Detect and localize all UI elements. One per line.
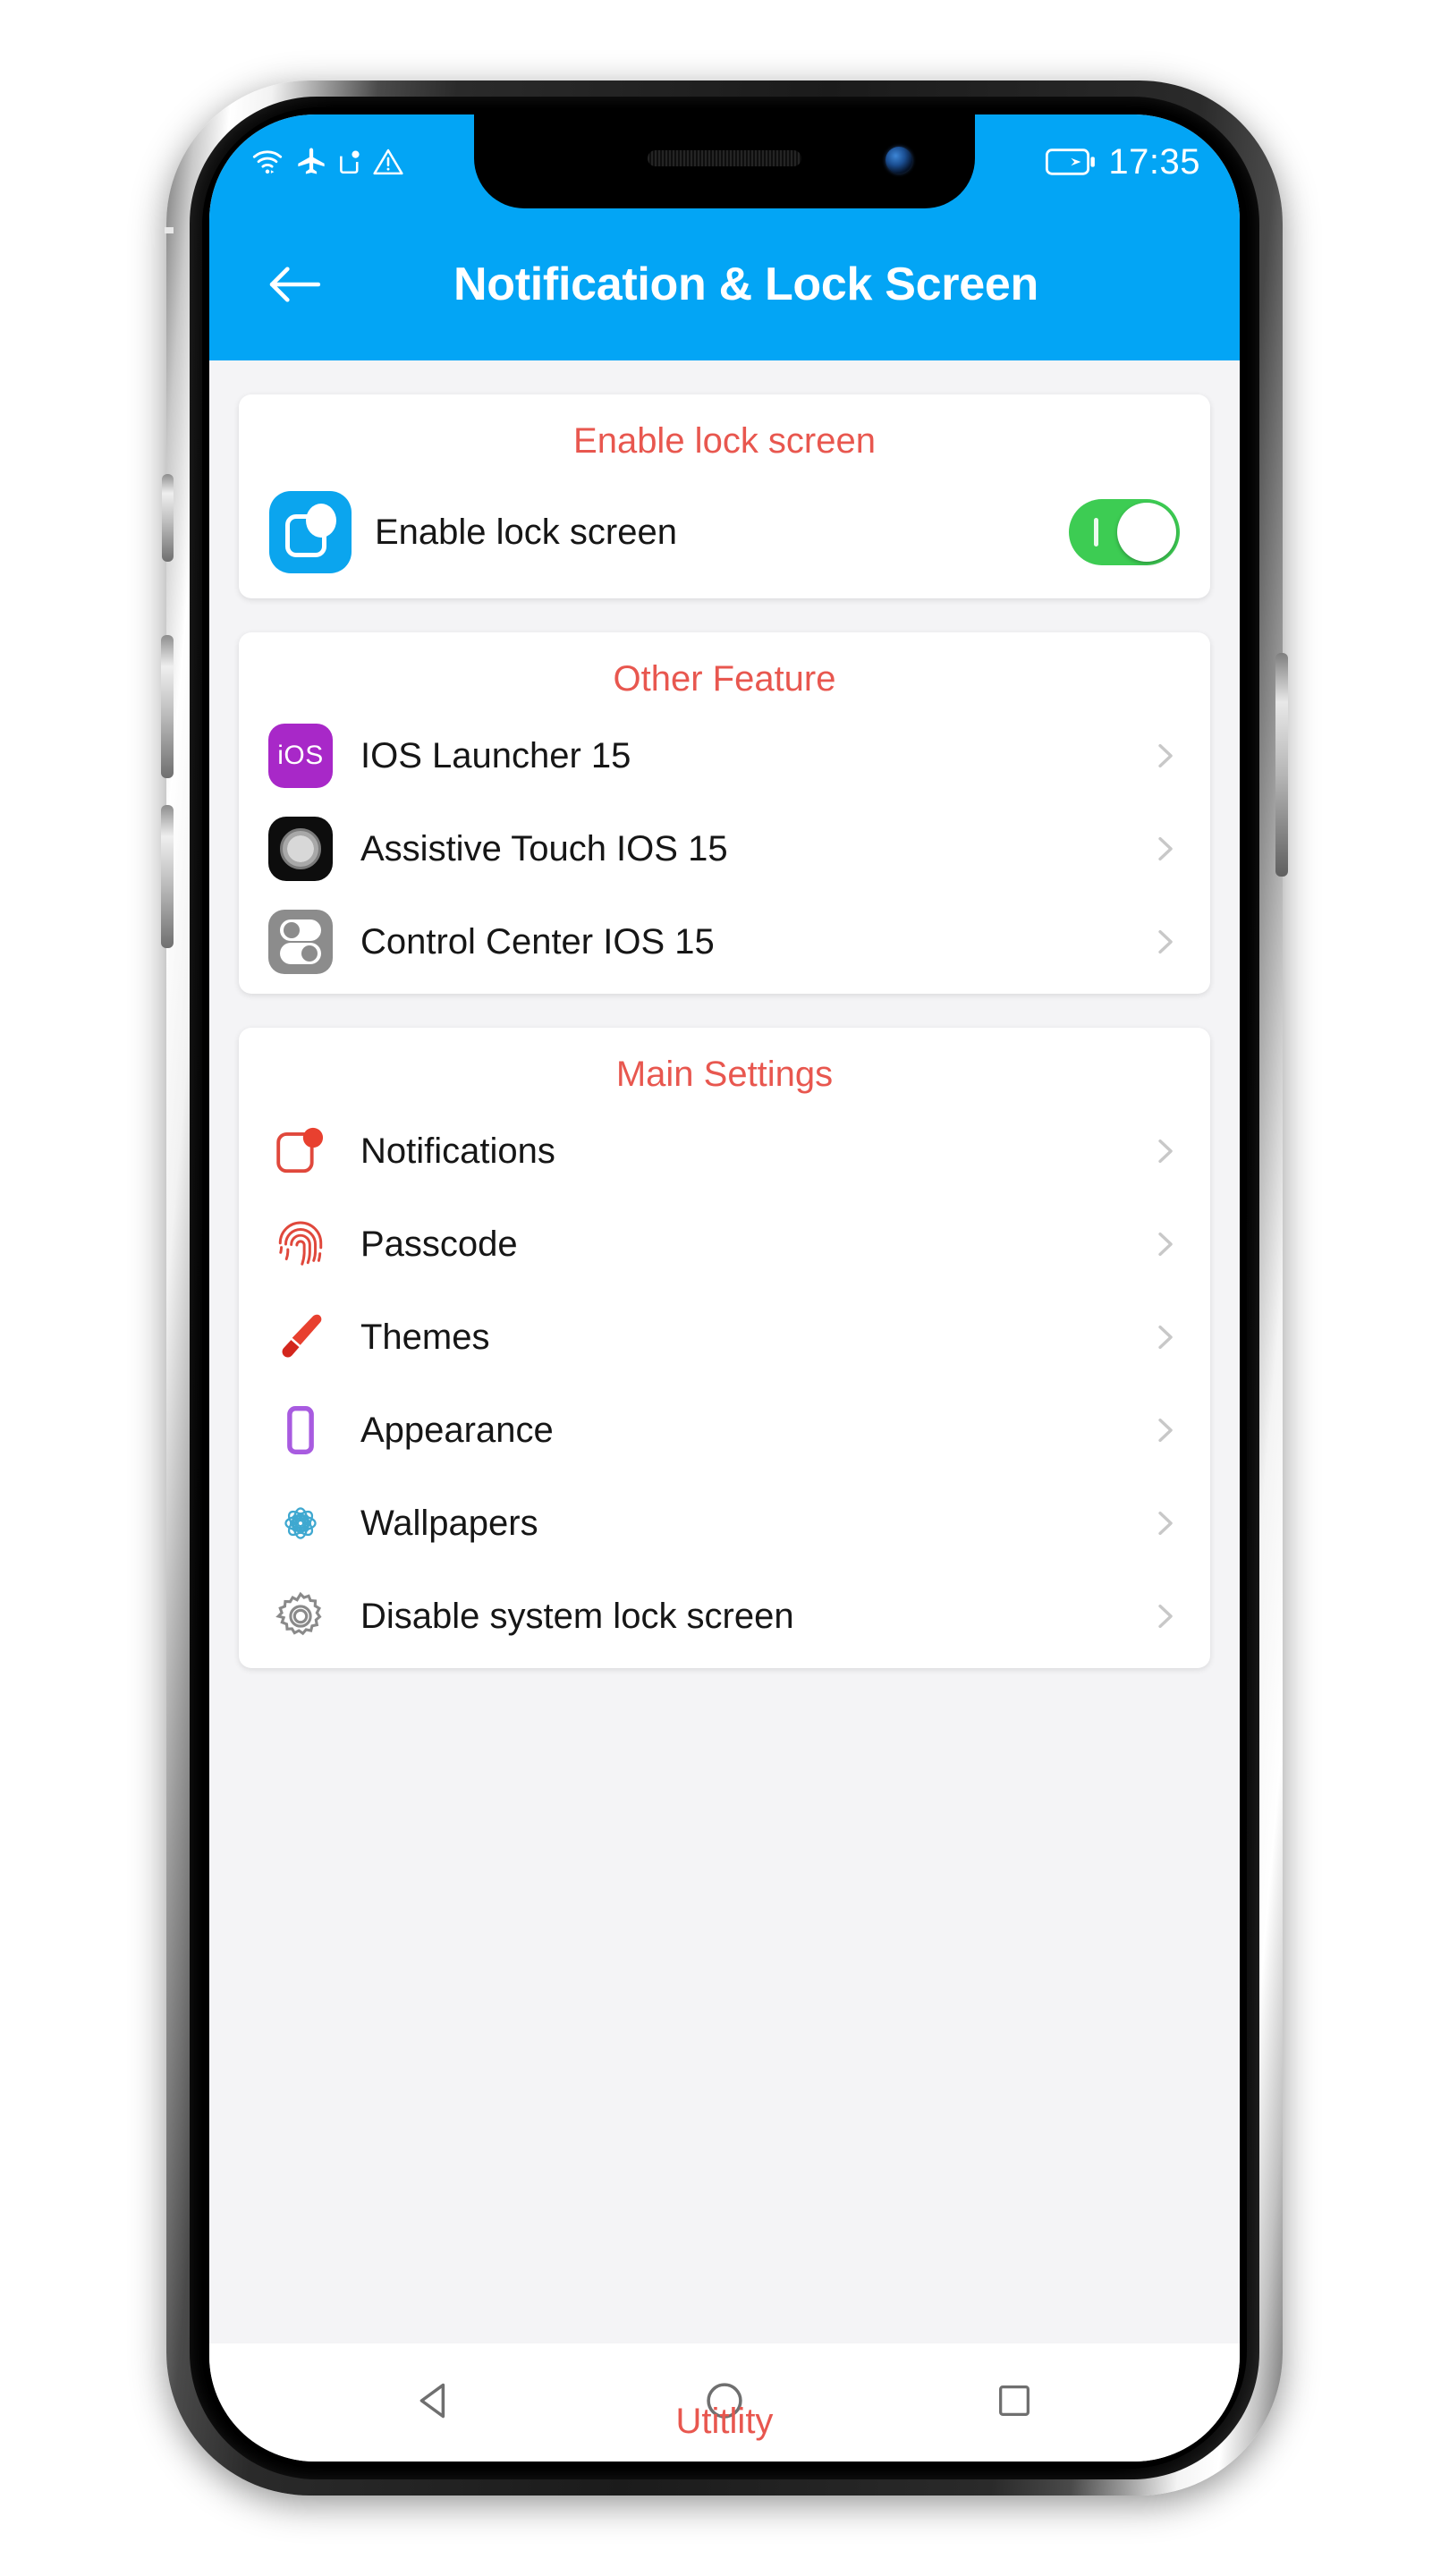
row-passcode[interactable]: Passcode [239,1198,1210,1291]
front-camera-icon [886,147,912,174]
fingerprint-icon [278,1221,323,1266]
airplane-mode-icon [294,145,328,179]
chevron-right-icon [1149,834,1180,864]
enable-lock-screen-toggle[interactable] [1069,499,1180,565]
chevron-right-icon [1149,1136,1180,1166]
flower-mandala-icon [284,1507,317,1539]
row-label: Wallpapers [360,1504,538,1543]
row-enable-lock-screen[interactable]: Enable lock screen [239,471,1210,593]
assistive-touch-icon-circle [280,828,321,869]
row-appearance[interactable]: Appearance [239,1384,1210,1477]
row-label: Enable lock screen [375,513,677,552]
lock-screen-app-icon-dot [306,504,336,538]
phone-screen: 17:35 Notification & Lock Screen Enable … [209,114,1240,2462]
app-bar: Notification & Lock Screen [209,208,1240,360]
display-notch [474,114,975,208]
nav-home-button[interactable] [682,2360,767,2445]
volume-up-button[interactable] [161,635,174,778]
row-label: Themes [360,1318,490,1357]
battery-charging-icon [1046,148,1096,175]
row-label: Appearance [360,1411,554,1450]
card-title: Main Settings [615,1055,834,1094]
row-ios-launcher-15[interactable]: iOS IOS Launcher 15 [239,709,1210,802]
row-icon-slot [267,817,334,881]
notification-badge-icon [276,1127,324,1174]
row-disable-system-lock-screen[interactable]: Disable system lock screen [239,1570,1210,1663]
row-themes[interactable]: Themes [239,1291,1210,1384]
chevron-right-icon [1149,927,1180,957]
row-icon-slot [267,1216,334,1272]
row-icon-slot [267,1589,334,1644]
nav-recents-square-icon [994,2380,1035,2426]
row-icon-slot [267,1123,334,1179]
row-icon-slot [267,1496,334,1551]
control-center-icon [268,910,333,974]
chevron-right-icon [1149,741,1180,771]
chevron-right-icon [1149,1508,1180,1538]
back-button[interactable] [259,250,329,319]
chevron-right-icon [1149,1415,1180,1445]
card-title: Other Feature [613,659,836,699]
row-notifications[interactable]: Notifications [239,1105,1210,1198]
status-bar-right: 17:35 [1046,144,1200,180]
assistive-touch-icon [268,817,333,881]
row-icon-slot [267,491,353,573]
nav-back-button[interactable] [392,2360,478,2445]
row-label: Notifications [360,1131,555,1171]
card-title: Enable lock screen [573,421,876,461]
chevron-right-icon [1149,1601,1180,1631]
card-main-settings: Main Settings Notifications Passcode The… [239,1028,1210,1668]
control-center-icon-knob-bottom [301,945,318,962]
wifi-icon [249,146,286,178]
row-icon-slot [267,1402,334,1458]
android-navigation-bar [209,2343,1240,2462]
row-label: Passcode [360,1224,518,1264]
row-icon-slot [267,910,334,974]
chevron-right-icon [1149,1229,1180,1259]
row-label: Disable system lock screen [360,1597,794,1636]
warning-triangle-icon [371,146,405,178]
phone-device-frame: 17:35 Notification & Lock Screen Enable … [161,80,1288,2496]
toggle-on-indicator [1094,518,1098,547]
volume-down-button[interactable] [161,805,174,948]
row-control-center-ios-15[interactable]: Control Center IOS 15 [239,895,1210,988]
sim-icon [336,147,363,177]
earpiece-speaker-icon [648,150,801,166]
status-bar-left-icons [249,145,405,179]
row-label: Control Center IOS 15 [360,922,715,962]
nav-home-circle-icon [702,2378,747,2428]
card-enable-lock-screen: Enable lock screen Enable lock screen [239,394,1210,598]
row-icon-slot: iOS [267,724,334,788]
ios-launcher-icon: iOS [268,724,333,788]
gear-icon [275,1591,322,1636]
phone-outline-icon [287,1406,314,1454]
row-label: Assistive Touch IOS 15 [360,829,728,869]
row-label: IOS Launcher 15 [360,736,631,775]
nav-recents-button[interactable] [971,2360,1057,2445]
row-assistive-touch-ios-15[interactable]: Assistive Touch IOS 15 [239,802,1210,895]
back-arrow-icon [267,264,322,305]
lock-screen-app-icon [269,491,352,573]
settings-scroll-area[interactable]: Enable lock screen Enable lock screen Ot… [209,360,1240,2343]
paintbrush-icon [282,1314,322,1358]
row-icon-slot [267,1309,334,1365]
toggle-knob [1117,503,1176,562]
antenna-line [165,227,174,233]
control-center-icon-knob-top [284,922,300,938]
status-bar-clock: 17:35 [1108,141,1200,182]
chevron-right-icon [1149,1322,1180,1352]
mute-switch-button[interactable] [162,474,174,562]
card-other-feature: Other Feature iOS IOS Launcher 15 Assist… [239,632,1210,994]
power-button[interactable] [1275,653,1288,877]
nav-back-triangle-icon [412,2378,457,2428]
row-wallpapers[interactable]: Wallpapers [239,1477,1210,1570]
page-title: Notification & Lock Screen [453,258,1038,310]
